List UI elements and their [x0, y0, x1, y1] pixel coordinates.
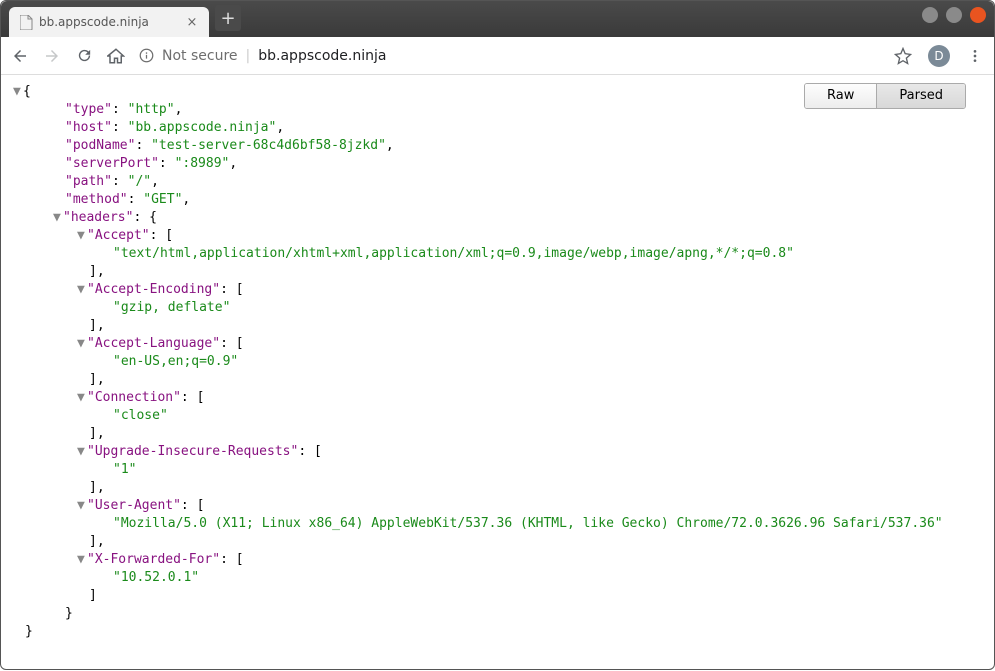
security-status: Not secure — [162, 48, 238, 64]
info-icon[interactable] — [139, 48, 154, 63]
expand-arrow-icon[interactable]: ▼ — [77, 335, 87, 353]
bookmark-icon[interactable] — [894, 47, 912, 65]
url-divider: | — [246, 48, 251, 64]
minimize-button[interactable] — [922, 7, 938, 23]
page-content: Raw Parsed ▼{ "type": "http", "host": "b… — [1, 75, 994, 671]
expand-arrow-icon[interactable]: ▼ — [77, 551, 87, 569]
json-close: ], — [13, 317, 982, 335]
json-prop: "host": "bb.appscode.ninja", — [13, 119, 982, 137]
json-prop: "podName": "test-server-68c4d6bf58-8jzkd… — [13, 137, 982, 155]
json-array: ▼"Accept": [ — [13, 227, 982, 245]
window-controls — [922, 7, 986, 23]
json-close: } — [13, 605, 982, 623]
json-value: "Mozilla/5.0 (X11; Linux x86_64) AppleWe… — [13, 515, 982, 533]
expand-arrow-icon[interactable]: ▼ — [77, 227, 87, 245]
menu-icon[interactable] — [966, 47, 984, 65]
json-headers: ▼"headers": { — [13, 209, 982, 227]
maximize-button[interactable] — [946, 7, 962, 23]
forward-button[interactable] — [43, 47, 61, 65]
new-tab-button[interactable]: + — [215, 5, 241, 31]
json-array: ▼"Connection": [ — [13, 389, 982, 407]
expand-arrow-icon[interactable]: ▼ — [77, 389, 87, 407]
window-titlebar: bb.appscode.ninja × + — [1, 1, 994, 37]
tab-title: bb.appscode.ninja — [39, 15, 185, 29]
parsed-button[interactable]: Parsed — [876, 84, 965, 108]
raw-button[interactable]: Raw — [805, 84, 876, 108]
view-toggle: Raw Parsed — [804, 83, 966, 109]
json-array: ▼"Accept-Language": [ — [13, 335, 982, 353]
profile-avatar[interactable]: D — [928, 45, 950, 67]
json-close: ], — [13, 371, 982, 389]
json-close: ] — [13, 587, 982, 605]
expand-arrow-icon[interactable]: ▼ — [77, 497, 87, 515]
json-value: "en-US,en;q=0.9" — [13, 353, 982, 371]
json-value: "gzip, deflate" — [13, 299, 982, 317]
json-close: ], — [13, 479, 982, 497]
expand-arrow-icon[interactable]: ▼ — [77, 443, 87, 461]
json-value: "close" — [13, 407, 982, 425]
expand-arrow-icon[interactable]: ▼ — [77, 281, 87, 299]
json-value: "text/html,application/xhtml+xml,applica… — [13, 245, 982, 263]
expand-arrow-icon[interactable]: ▼ — [13, 83, 23, 101]
tab-close-icon[interactable]: × — [185, 15, 199, 29]
reload-button[interactable] — [75, 47, 93, 65]
json-array: ▼"Upgrade-Insecure-Requests": [ — [13, 443, 982, 461]
json-array: ▼"User-Agent": [ — [13, 497, 982, 515]
url-text: bb.appscode.ninja — [258, 48, 386, 64]
address-bar[interactable]: Not secure | bb.appscode.ninja — [139, 48, 880, 64]
json-value: "1" — [13, 461, 982, 479]
browser-toolbar: Not secure | bb.appscode.ninja D — [1, 37, 994, 75]
json-array: ▼"Accept-Encoding": [ — [13, 281, 982, 299]
json-prop: "serverPort": ":8989", — [13, 155, 982, 173]
json-prop: "path": "/", — [13, 173, 982, 191]
json-close: ], — [13, 533, 982, 551]
expand-arrow-icon[interactable]: ▼ — [53, 209, 63, 227]
close-button[interactable] — [970, 7, 986, 23]
json-close: ], — [13, 425, 982, 443]
json-array: ▼"X-Forwarded-For": [ — [13, 551, 982, 569]
json-value: "10.52.0.1" — [13, 569, 982, 587]
json-close: } — [13, 623, 982, 641]
home-button[interactable] — [107, 47, 125, 65]
json-close: ], — [13, 263, 982, 281]
page-icon — [19, 15, 33, 29]
json-prop: "method": "GET", — [13, 191, 982, 209]
browser-tab[interactable]: bb.appscode.ninja × — [9, 7, 209, 37]
back-button[interactable] — [11, 47, 29, 65]
